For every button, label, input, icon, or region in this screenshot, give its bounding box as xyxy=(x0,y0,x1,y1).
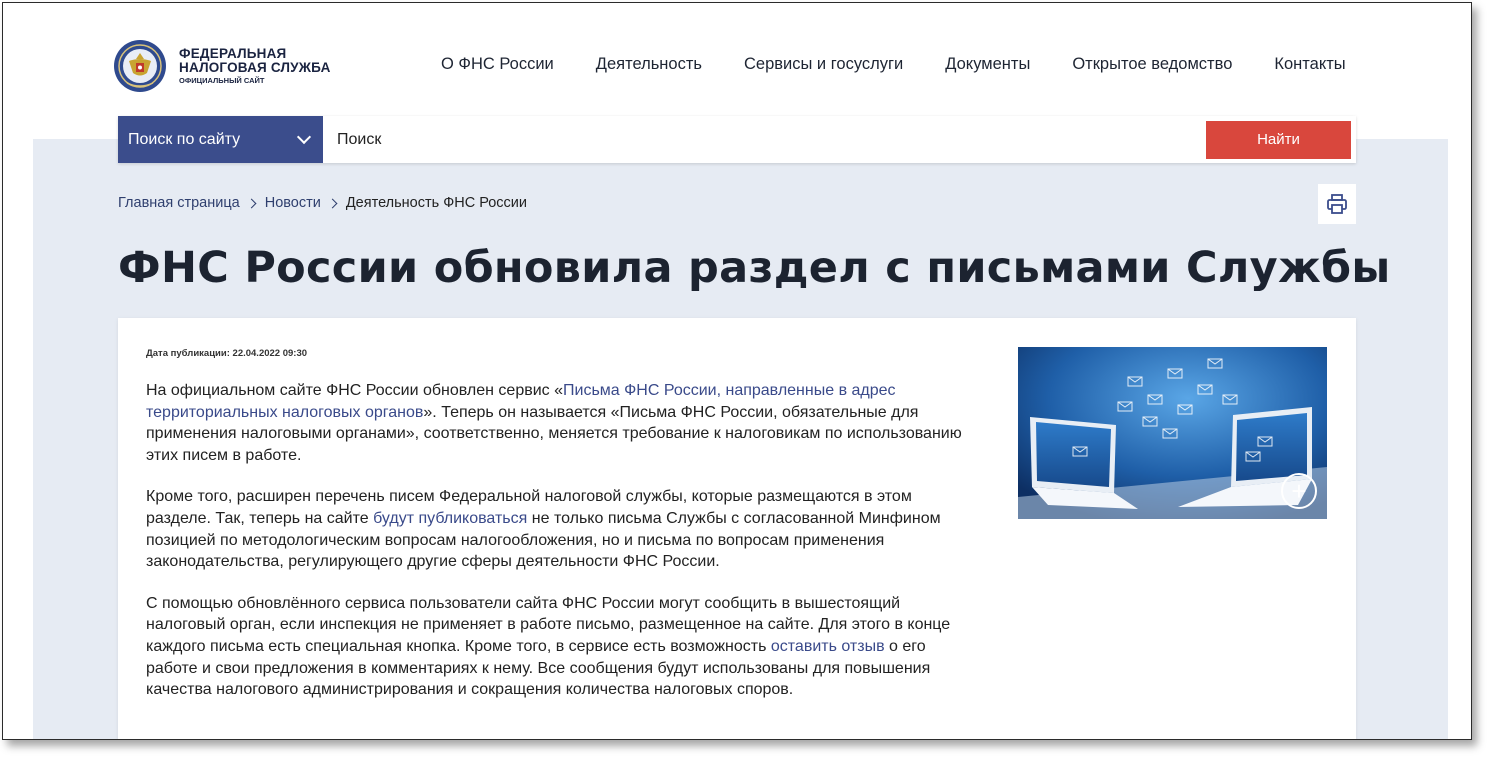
search-button[interactable]: Найти xyxy=(1206,120,1351,159)
zoom-plus-icon[interactable]: + xyxy=(1281,473,1317,509)
will-publish-link[interactable]: будут публиковаться xyxy=(373,510,527,527)
nav-item-services[interactable]: Сервисы и госуслуги xyxy=(744,55,903,74)
nav-item-documents[interactable]: Документы xyxy=(945,55,1030,74)
search-input[interactable] xyxy=(323,116,1206,163)
article-body: На официальном сайте ФНС России обновлен… xyxy=(146,380,976,721)
chevron-right-icon xyxy=(327,198,338,208)
breadcrumb-news[interactable]: Новости xyxy=(265,195,321,211)
article-paragraph: На официальном сайте ФНС России обновлен… xyxy=(146,380,976,466)
pubdate-value: 22.04.2022 09:30 xyxy=(232,348,308,359)
article-image[interactable]: + xyxy=(1018,347,1327,519)
site-logo[interactable]: ФЕДЕРАЛЬНАЯ НАЛОГОВАЯ СЛУЖБА ОФИЦИАЛЬНЫЙ… xyxy=(113,39,331,93)
browser-frame: ФЕДЕРАЛЬНАЯ НАЛОГОВАЯ СЛУЖБА ОФИЦИАЛЬНЫЙ… xyxy=(2,2,1472,740)
nav-item-contacts[interactable]: Контакты xyxy=(1274,55,1345,74)
print-button[interactable] xyxy=(1318,184,1356,224)
breadcrumb: Главная страница Новости Деятельность ФН… xyxy=(118,195,527,211)
article-card: Дата публикации: 22.04.2022 09:30 На офи… xyxy=(118,318,1356,739)
logo-title-line1: ФЕДЕРАЛЬНАЯ xyxy=(179,45,287,61)
page-title: ФНС России обновила раздел с письмами Сл… xyxy=(118,243,1391,293)
nav-item-about[interactable]: О ФНС России xyxy=(441,55,554,74)
publication-date: Дата публикации: 22.04.2022 09:30 xyxy=(146,348,307,359)
leave-feedback-link[interactable]: оставить отзыв xyxy=(771,638,885,655)
search-scope-label: Поиск по сайту xyxy=(128,130,241,148)
paragraph-text: На официальном сайте ФНС России обновлен… xyxy=(146,382,564,399)
nav-item-open-agency[interactable]: Открытое ведомство xyxy=(1072,55,1232,74)
printer-icon xyxy=(1327,194,1347,214)
article-paragraph: С помощью обновлённого сервиса пользоват… xyxy=(146,593,976,701)
nav-item-activity[interactable]: Деятельность xyxy=(596,55,702,74)
breadcrumb-current: Деятельность ФНС России xyxy=(345,195,528,211)
breadcrumb-home[interactable]: Главная страница xyxy=(118,195,240,211)
main-nav: О ФНС России Деятельность Сервисы и госу… xyxy=(441,55,1346,74)
logo-subtitle: ОФИЦИАЛЬНЫЙ САЙТ xyxy=(179,76,265,86)
search-bar: Поиск по сайту Найти xyxy=(118,116,1356,163)
emblem-icon xyxy=(114,40,166,92)
logo-title-line2: НАЛОГОВАЯ СЛУЖБА xyxy=(179,60,331,76)
chevron-down-icon xyxy=(296,129,312,145)
pubdate-label: Дата публикации: xyxy=(146,348,230,359)
search-scope-select[interactable]: Поиск по сайту xyxy=(118,116,323,163)
chevron-right-icon xyxy=(246,198,257,208)
article-paragraph: Кроме того, расширен перечень писем Феде… xyxy=(146,486,976,572)
